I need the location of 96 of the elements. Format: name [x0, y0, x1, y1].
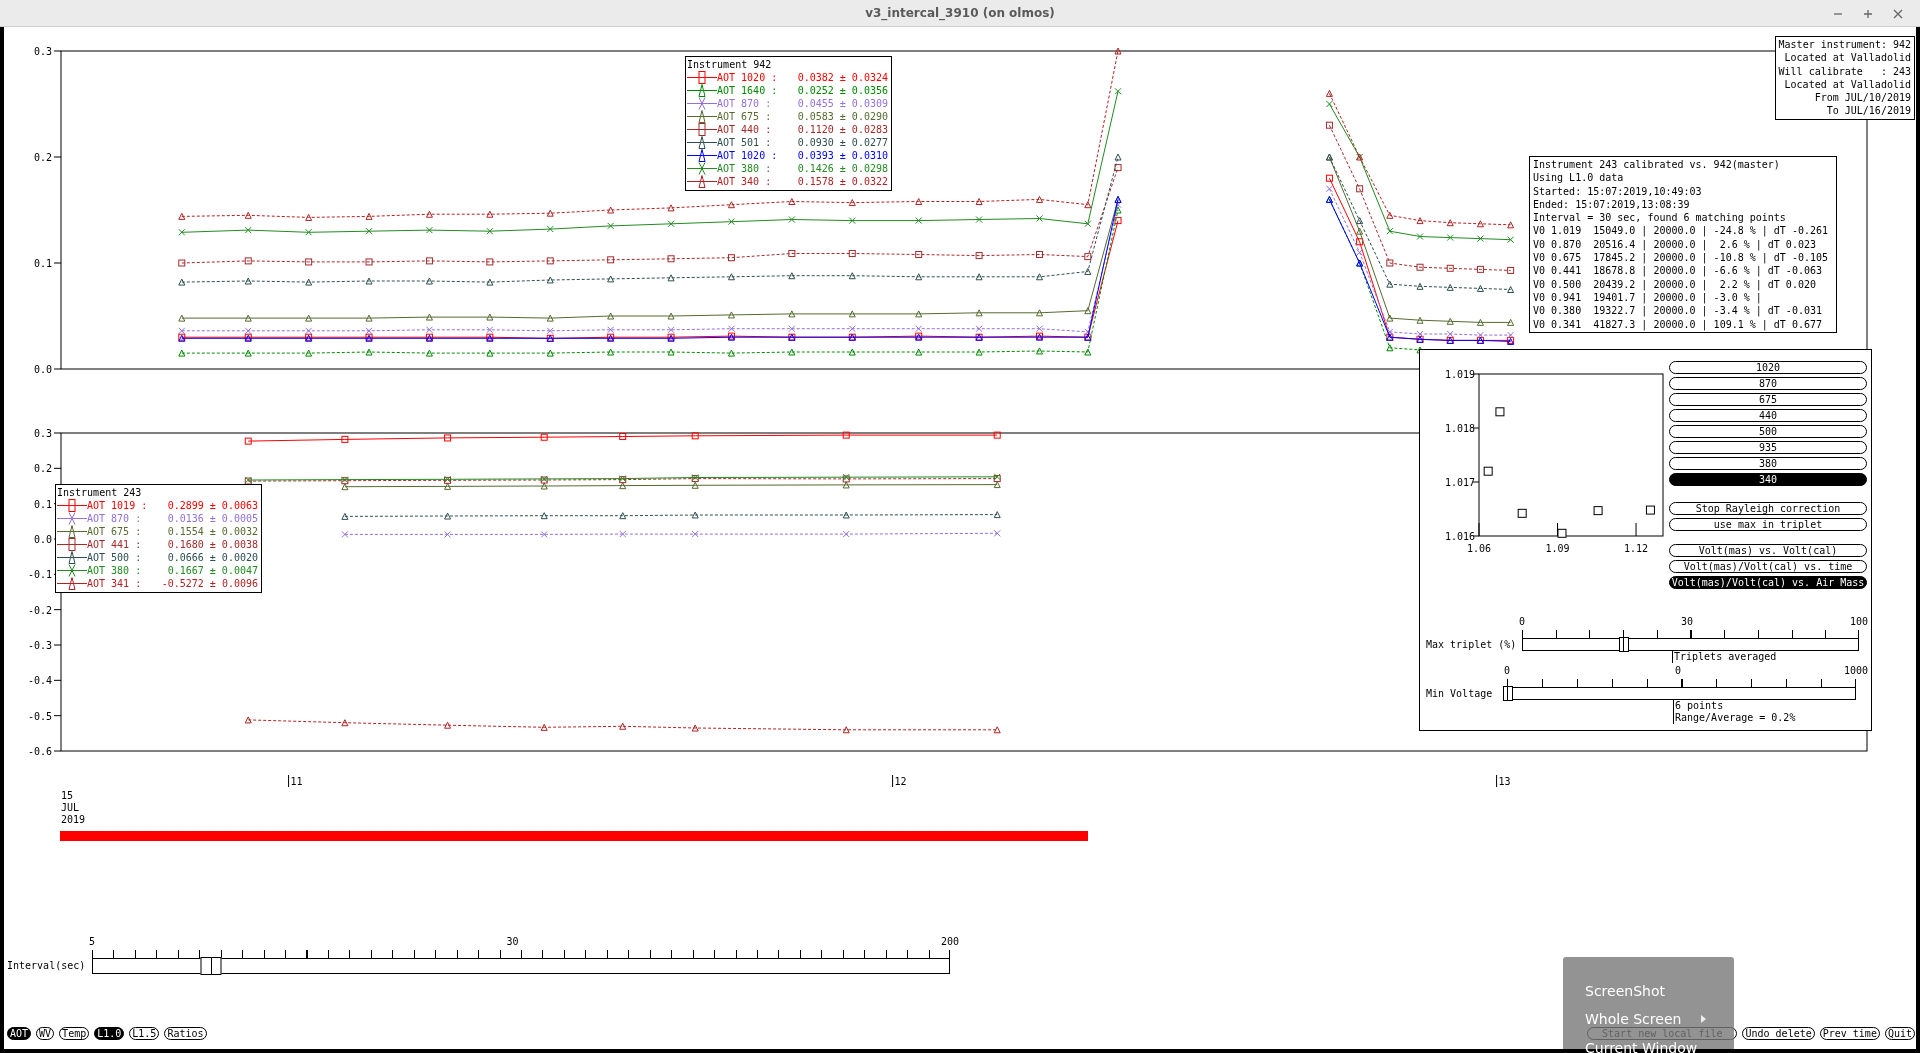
scale-label: 30	[506, 936, 519, 948]
slider-label: Interval(sec)	[7, 960, 86, 972]
slider-note: Triplets averaged	[1672, 651, 1777, 663]
axis-label: 1.016	[1444, 531, 1475, 542]
info-text: V0 0.500 20439.2 | 20000.0 | 2.2 % | dT 0.020	[1533, 277, 1817, 291]
legend-value: 0.1680 ± 0.0038	[166, 538, 258, 551]
axis-label: 1.019	[1444, 369, 1475, 380]
legend-label: AOT 500 :	[87, 551, 142, 564]
legend-value: 0.0382 ± 0.0324	[796, 71, 888, 84]
axis-label: 0.0	[33, 364, 52, 375]
axis-label: 1.018	[1444, 423, 1475, 434]
legend-label: AOT 675 :	[717, 110, 772, 123]
legend-label: AOT 441 :	[87, 538, 142, 551]
window-title: v3_intercal_3910 (on olmos)	[865, 6, 1055, 20]
legend-title: Instrument 942	[687, 58, 773, 71]
legend-label: AOT 1019 :	[87, 499, 148, 512]
info-text: Master instrument: 942	[1778, 38, 1911, 52]
info-text: V0 0.870 20516.4 | 20000.0 | 2.6 % | dT 0.023	[1533, 237, 1817, 252]
info-text: Located at Valladolid	[1783, 51, 1911, 65]
axis-label: 0.3	[33, 428, 52, 439]
info-text: Started: 15:07:2019,10:49:03	[1533, 184, 1703, 198]
axis-label: 11	[290, 776, 303, 787]
axis-label: -0.2	[27, 604, 52, 616]
axis-label: 1.017	[1444, 477, 1475, 488]
legend-value: 0.0252 ± 0.0356	[796, 84, 888, 97]
legend-label: AOT 501 :	[717, 136, 772, 149]
info-text: V0 0.380 19322.7 | 20000.0 | -3.4 % | dT -0.031	[1533, 304, 1823, 318]
legend-value: 0.2899 ± 0.0063	[166, 499, 258, 512]
info-text: V0 0.341 41827.3 | 20000.0 | 109.1 % | dT 0.677	[1533, 317, 1823, 331]
legend-label: AOT 341 :	[87, 577, 142, 590]
axis-label: -0.6	[27, 746, 52, 757]
axis-label: 1.09	[1545, 543, 1570, 554]
legend-label: AOT 380 :	[717, 162, 772, 175]
legend-value: 0.0455 ± 0.0309	[796, 97, 888, 110]
legend-label: AOT 870 :	[87, 512, 142, 525]
legend-label: AOT 1640 :	[717, 84, 778, 97]
slider-note: Range/Average = 0.2%	[1673, 712, 1796, 724]
legend-label: AOT 340 :	[717, 175, 772, 188]
legend-label: AOT 1020 :	[717, 149, 778, 162]
info-text: V0 0.441 18678.8 | 20000.0 | -6.6 % | dT -0.063	[1533, 264, 1823, 278]
axis-label: 0.0	[33, 534, 52, 545]
axis-label: 1.06	[1466, 543, 1492, 554]
info-text: V0 0.675 17845.2 | 20000.0 | -10.8 % | dT -0.105	[1533, 251, 1829, 265]
date-label: 15	[61, 790, 74, 802]
legend-value: 0.1120 ± 0.0283	[796, 123, 888, 136]
info-text: To JUL/16/2019	[1825, 104, 1911, 118]
legend-title: Instrument 243	[57, 486, 143, 499]
scale-label: 5	[89, 936, 95, 948]
axis-label: -0.1	[27, 569, 52, 581]
legend-value: 0.0583 ± 0.0290	[796, 110, 888, 123]
scale-label: 30	[1681, 616, 1694, 628]
scale-label: 200	[940, 936, 960, 948]
legend-label: AOT 380 :	[87, 564, 142, 577]
slider-note: 6 points	[1673, 700, 1724, 712]
legend-label: AOT 870 :	[717, 97, 772, 110]
legend-value: 0.1667 ± 0.0047	[166, 564, 258, 577]
info-text: V0 0.941 19401.7 | 20000.0 | -3.0 % |	[1533, 291, 1763, 305]
info-text: From JUL/10/2019	[1813, 91, 1911, 105]
axis-label: 12	[894, 776, 907, 787]
axis-label: 0.2	[33, 463, 52, 475]
axis-label: 0.1	[33, 258, 52, 269]
info-text: Ended: 15:07:2019,13:08:39	[1533, 197, 1691, 212]
scale-label: 0	[1675, 665, 1681, 677]
scale-label: 0	[1504, 665, 1510, 677]
slider-label: Min Voltage	[1426, 687, 1493, 700]
axis-label: 0.2	[33, 152, 52, 163]
legend-label: AOT 1020 :	[717, 71, 778, 84]
legend-value: 0.0666 ± 0.0020	[166, 551, 258, 564]
axis-label: -0.5	[27, 710, 52, 722]
legend-value: 0.1578 ± 0.0322	[796, 175, 888, 188]
axis-label: 0.1	[33, 498, 52, 510]
info-text: Located at Valladolid	[1783, 77, 1911, 92]
info-text: Interval = 30 sec, found 6 matching points	[1533, 211, 1787, 225]
axis-label: 0.3	[33, 46, 52, 57]
info-text: V0 1.019 15049.0 | 20000.0 | -24.8 % | dT -0.261	[1533, 224, 1829, 238]
date-label: 2019	[61, 814, 86, 826]
legend-value: 0.0136 ± 0.0005	[166, 512, 258, 525]
date-label: JUL	[61, 802, 80, 814]
axis-label: -0.3	[27, 640, 52, 651]
scale-label: 0	[1519, 616, 1525, 628]
legend-value: 0.0930 ± 0.0277	[796, 136, 888, 149]
legend-label: AOT 675 :	[87, 525, 142, 538]
legend-value: 0.1554 ± 0.0032	[166, 525, 258, 538]
scale-label: 100	[1849, 616, 1869, 628]
legend-value: -0.5272 ± 0.0096	[160, 577, 258, 590]
axis-label: 13	[1498, 776, 1511, 787]
axis-label: -0.4	[27, 675, 52, 687]
info-text: Instrument 243 calibrated vs. 942(master)	[1533, 158, 1781, 172]
legend-label: AOT 440 :	[717, 123, 772, 136]
slider-label: Max triplet (%)	[1426, 638, 1517, 651]
info-text: Using L1.0 data	[1533, 171, 1625, 185]
scale-label: 1000	[1843, 665, 1869, 677]
info-text: Will calibrate : 243	[1778, 64, 1911, 78]
legend-value: 0.0393 ± 0.0310	[796, 149, 888, 162]
legend-value: 0.1426 ± 0.0298	[796, 162, 888, 175]
axis-label: 1.12	[1624, 543, 1649, 554]
